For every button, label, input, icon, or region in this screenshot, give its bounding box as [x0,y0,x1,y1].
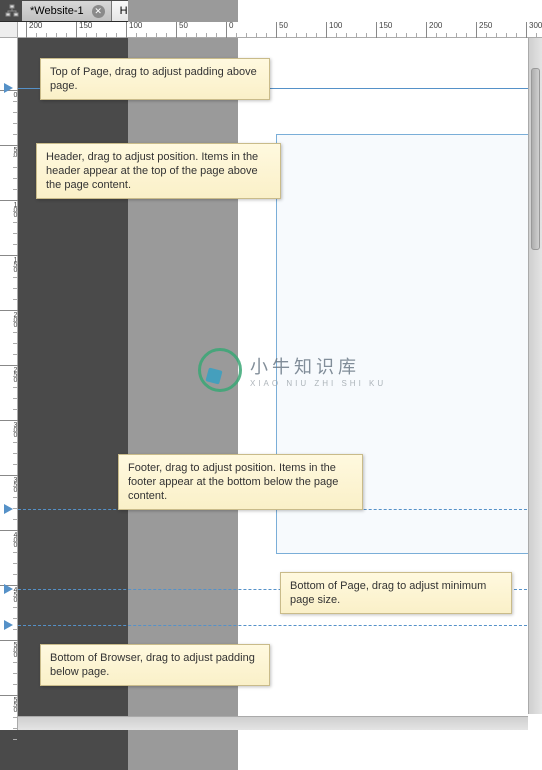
ruler-tick: 0 [226,22,233,38]
design-canvas[interactable]: Top of Page, drag to adjust padding abov… [18,38,542,730]
vertical-scrollbar[interactable] [528,38,542,714]
tooltip-text: Footer, drag to adjust position. Items i… [128,462,338,502]
ruler-tick: 100 [0,200,18,217]
ruler-tick: 250 [476,22,492,38]
horizontal-ruler[interactable]: 20015010050050100150200250300 [18,22,542,38]
tooltip-text: Header, drag to adjust position. Items i… [46,151,258,191]
ruler-tick: 150 [376,22,392,38]
ruler-tick: 400 [0,530,18,547]
guide-top-of-page[interactable] [4,83,13,93]
watermark-text: 小牛知识库 [250,353,386,379]
ruler-tick: 200 [0,310,18,327]
ruler-tick: 350 [0,475,18,492]
ruler-tick: 300 [0,420,18,437]
ruler-tick: 100 [326,22,342,38]
ruler-tick: 150 [76,22,92,38]
tab-website-1[interactable]: *Website-1 ✕ [22,1,112,21]
tooltip-bottom-of-page: Bottom of Page, drag to adjust minimum p… [280,572,512,614]
ruler-tick: 550 [0,695,18,712]
tooltip-bottom-of-browser: Bottom of Browser, drag to adjust paddin… [40,644,270,686]
tooltip-footer: Footer, drag to adjust position. Items i… [118,454,363,510]
ruler-tick: 200 [26,22,42,38]
ruler-tick: 300 [526,22,542,38]
ruler-origin[interactable] [0,22,18,38]
guide-bottom-of-browser[interactable] [4,620,13,630]
watermark-logo-icon [198,348,242,392]
ruler-tick: 100 [126,22,142,38]
close-icon[interactable]: ✕ [92,5,105,18]
tooltip-top-of-page: Top of Page, drag to adjust padding abov… [40,58,270,100]
watermark: 小牛知识库 XIAO NIU ZHI SHI KU [198,348,386,392]
tooltip-header: Header, drag to adjust position. Items i… [36,143,281,199]
guide-footer[interactable] [4,504,13,514]
guide-bottom-of-page[interactable] [4,584,13,594]
watermark-subtext: XIAO NIU ZHI SHI KU [250,379,386,388]
tooltip-text: Bottom of Page, drag to adjust minimum p… [290,580,486,606]
tab-label: *Website-1 [30,5,84,17]
workspace: 20015010050050100150200250300 0501001502… [0,22,542,730]
ruler-tick: 250 [0,365,18,382]
horizontal-scrollbar[interactable] [18,716,528,730]
ruler-tick: 500 [0,640,18,657]
tooltip-text: Bottom of Browser, drag to adjust paddin… [50,652,255,678]
ruler-tick: 200 [426,22,442,38]
tooltip-text: Top of Page, drag to adjust padding abov… [50,66,257,92]
ruler-tick: 150 [0,255,18,272]
sitemap-icon[interactable] [2,1,22,21]
